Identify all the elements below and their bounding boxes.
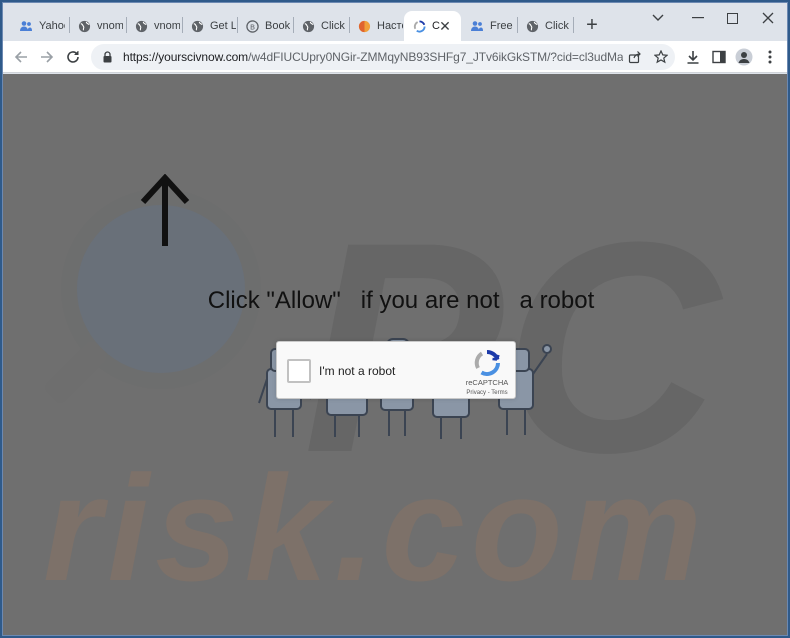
page-headline: Click "Allow" if you are not a robot (207, 287, 595, 314)
download-icon[interactable] (683, 47, 703, 67)
watermark-magnifier-handle (42, 338, 110, 406)
tab-nastr[interactable]: Насто (349, 11, 403, 41)
globe-icon (301, 19, 315, 33)
browser-window: Yahoo vnom vnom Get L B B (2, 2, 788, 636)
people-icon (470, 19, 484, 33)
globe-icon (525, 19, 539, 33)
tab-yahoo[interactable]: Yahoo (11, 11, 65, 41)
watermark-text: risk.com (43, 444, 708, 612)
minimize-icon[interactable] (683, 7, 713, 29)
orange-circle-icon (357, 19, 371, 33)
menu-kebab-icon[interactable] (760, 47, 780, 67)
up-arrow-icon (140, 174, 190, 246)
tab-get[interactable]: Get L (182, 11, 236, 41)
close-window-icon[interactable] (753, 7, 783, 29)
url-text: https://yourscivnow.com/w4dFIUCUpry0NGir… (123, 50, 623, 64)
globe-icon (77, 19, 91, 33)
tab-click-2[interactable]: Click (517, 11, 571, 41)
browser-toolbar: https://yourscivnow.com/w4dFIUCUpry0NGir… (3, 41, 787, 73)
recaptcha-logo-icon (474, 349, 500, 376)
recaptcha-checkbox[interactable] (287, 359, 311, 383)
recaptcha-icon (412, 19, 426, 33)
profile-avatar-icon[interactable] (734, 47, 754, 67)
address-bar[interactable]: https://yourscivnow.com/w4dFIUCUpry0NGir… (91, 44, 675, 70)
side-panel-icon[interactable] (709, 47, 729, 67)
people-icon (19, 19, 33, 33)
recaptcha-label: I'm not a robot (319, 364, 396, 378)
tab-strip: Yahoo vnom vnom Get L B B (3, 3, 787, 41)
lock-icon[interactable] (101, 50, 113, 64)
new-tab-button[interactable]: + (581, 15, 603, 37)
tab-active-captcha[interactable]: C ✕ (404, 11, 461, 41)
svg-text:B: B (249, 22, 254, 31)
globe-icon (134, 19, 148, 33)
globe-icon (190, 19, 204, 33)
recaptcha-brand: reCAPTCHA (465, 378, 509, 387)
reload-icon[interactable] (61, 45, 85, 69)
tab-vnom-2[interactable]: vnom (126, 11, 180, 41)
maximize-icon[interactable] (717, 7, 747, 29)
page-content: PC risk.com Click "Allow" if you are not… (3, 74, 787, 635)
tab-click-1[interactable]: Click (293, 11, 347, 41)
recaptcha-widget: I'm not a robot reCAPTCHA Privacy - Term… (276, 341, 516, 399)
recaptcha-privacy-terms[interactable]: Privacy - Terms (459, 390, 515, 396)
tab-free[interactable]: Free (462, 11, 516, 41)
back-arrow-icon[interactable] (9, 45, 33, 69)
tab-book[interactable]: B Book (237, 11, 291, 41)
tab-close-icon[interactable]: ✕ (437, 18, 453, 34)
bitcoin-icon: B (245, 19, 259, 33)
tab-search-icon[interactable] (643, 7, 673, 29)
share-icon[interactable] (627, 49, 643, 65)
tab-separator (573, 17, 574, 33)
forward-arrow-icon[interactable] (35, 45, 59, 69)
bookmark-star-icon[interactable] (653, 49, 669, 65)
tab-vnom-1[interactable]: vnom (69, 11, 123, 41)
